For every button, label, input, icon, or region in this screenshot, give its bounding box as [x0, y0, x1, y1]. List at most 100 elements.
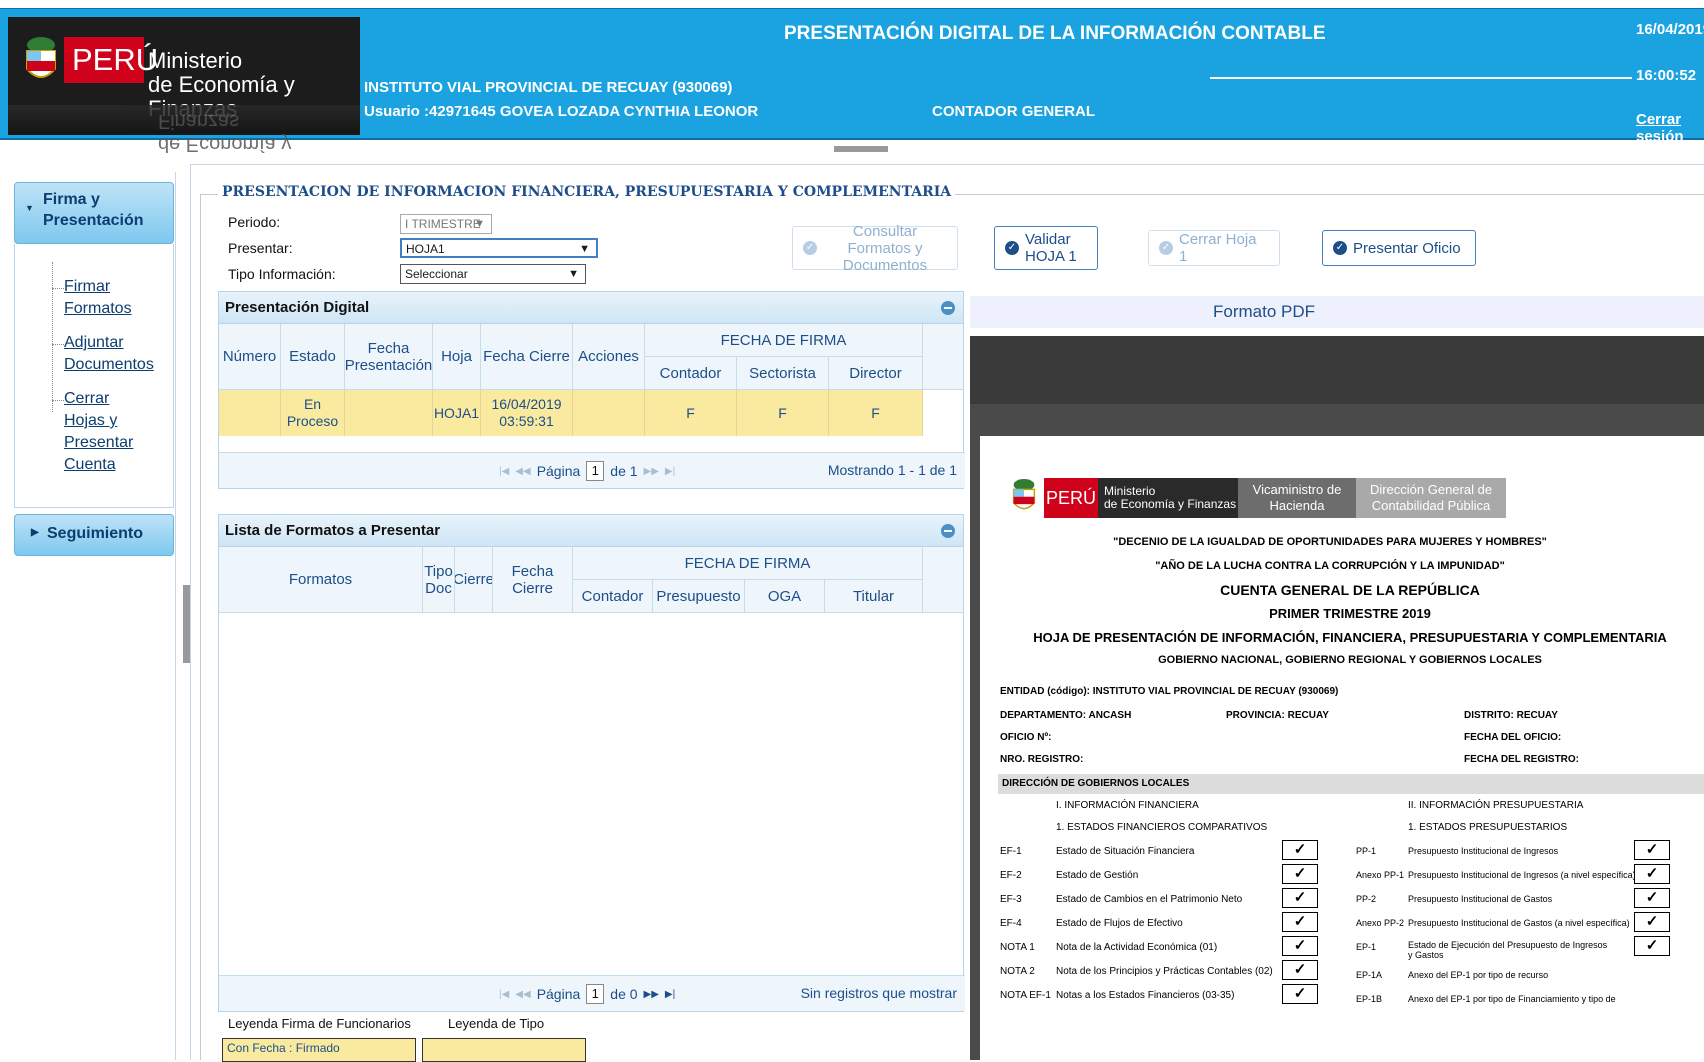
check-circle-icon: ✓: [1159, 241, 1173, 255]
col-fecha-cierre[interactable]: Fecha Cierre: [493, 547, 573, 613]
col-fecha-presentacion[interactable]: Fecha Presentación: [345, 324, 433, 390]
nav-section-seguimiento[interactable]: ▶ Seguimiento: [14, 514, 174, 556]
pdf-provincia: PROVINCIA: RECUAY: [1226, 710, 1329, 721]
logo-ministry-line1: Ministerio: [148, 48, 243, 73]
presentar-oficio-button[interactable]: ✓ Presentar Oficio: [1322, 230, 1476, 266]
presentacion-pager: |◀ ◀◀ Página 1 de 1 ▶▶ ▶| Mostrando 1 - …: [219, 452, 965, 488]
header-collapse-handle[interactable]: [834, 146, 888, 152]
first-page-icon[interactable]: |◀: [499, 466, 509, 477]
col-formatos[interactable]: Formatos: [219, 547, 423, 613]
page-title: PRESENTACIÓN DIGITAL DE LA INFORMACIÓN C…: [784, 23, 1326, 44]
pdf-oficio: OFICIO Nº:: [1000, 732, 1052, 743]
dropdown-arrow-icon: ▼: [474, 218, 485, 230]
app-header: PERÚ Ministerio de Economía y Finanzas d…: [0, 8, 1704, 155]
col-group-fecha-firma: FECHA DE FIRMA: [573, 547, 923, 580]
user-role: CONTADOR GENERAL: [932, 103, 1096, 120]
cell-estado: En Proceso: [281, 390, 345, 436]
prev-page-icon[interactable]: ◀◀: [515, 466, 530, 477]
nav-section-firma-label: Firma y Presentación: [43, 191, 144, 229]
pdf-departamento: DEPARTAMENTO: ANCASH: [1000, 710, 1132, 721]
collapse-icon[interactable]: [941, 524, 955, 538]
pdf-check-ef3: ✓: [1282, 888, 1318, 908]
pdf-cuenta: CUENTA GENERAL DE LA REPÚBLICA: [1220, 582, 1480, 598]
pdf-distrito: DISTRITO: RECUAY: [1464, 710, 1558, 721]
pdf-check-ef2: ✓: [1282, 864, 1318, 884]
last-page-icon[interactable]: ▶|: [665, 466, 675, 477]
cell-fecha-cierre: 16/04/2019 03:59:31: [481, 390, 573, 436]
col-sectorista[interactable]: Sectorista: [737, 357, 829, 390]
logout-link[interactable]: Cerrar sesión: [1636, 111, 1704, 145]
form-legend: PRESENTACION DE INFORMACION FINANCIERA, …: [218, 184, 956, 200]
col-presupuesto[interactable]: Presupuesto: [653, 580, 745, 613]
cell-contador: F: [645, 390, 737, 436]
pdf-fecha-registro: FECHA DEL REGISTRO:: [1464, 754, 1580, 765]
panel-splitter[interactable]: [183, 585, 190, 663]
nav-item-cerrar-hojas[interactable]: Cerrar Hojas y Presentar Cuenta: [64, 388, 144, 476]
pdf-preview-title: Formato PDF: [970, 296, 1704, 328]
col-director[interactable]: Director: [829, 357, 923, 390]
page-input[interactable]: 1: [586, 461, 605, 481]
leyenda-firma-item: Con Fecha : Firmado: [222, 1038, 416, 1062]
nav-item-adjuntar-documentos[interactable]: Adjuntar Documentos: [64, 332, 164, 376]
records-message: Sin registros que mostrar: [800, 985, 957, 1001]
caret-right-icon: ▶: [31, 527, 39, 538]
last-page-icon[interactable]: ▶|: [665, 989, 675, 1000]
nav-item-firmar-formatos[interactable]: Firmar Formatos: [64, 276, 164, 320]
pdf-direccion: DIRECCIÓN DE GOBIERNOS LOCALES: [998, 774, 1704, 794]
presentar-label: Presentar:: [228, 240, 293, 256]
dropdown-arrow-icon: ▼: [568, 268, 579, 280]
col-hoja[interactable]: Hoja: [433, 324, 481, 390]
page-label: Página: [536, 463, 581, 479]
next-page-icon[interactable]: ▶▶: [644, 466, 659, 477]
col-cierre[interactable]: Cierre: [455, 547, 493, 613]
col-titular[interactable]: Titular: [825, 580, 923, 613]
pdf-gobierno: GOBIERNO NACIONAL, GOBIERNO REGIONAL Y G…: [1158, 654, 1542, 666]
validar-hoja-button[interactable]: ✓ Validar HOJA 1: [994, 226, 1098, 270]
col-oga[interactable]: OGA: [745, 580, 825, 613]
col-acciones[interactable]: Acciones: [573, 324, 645, 390]
col-tipo-doc[interactable]: Tipo Doc: [423, 547, 455, 613]
nav-tree-line: [52, 262, 53, 412]
pdf-check-ef1: ✓: [1282, 840, 1318, 860]
formatos-pager: |◀ ◀◀ Página 1 de 0 ▶▶ ▶| Sin registros …: [219, 975, 965, 1011]
pdf-fecha-oficio: FECHA DEL OFICIO:: [1464, 732, 1562, 743]
col-group-fecha-firma: FECHA DE FIRMA: [645, 324, 923, 357]
pdf-check-nota1: ✓: [1282, 936, 1318, 956]
pdf-check-ef4: ✓: [1282, 912, 1318, 932]
lista-formatos-panel: Lista de Formatos a Presentar Formatos T…: [218, 514, 965, 1012]
user-name: Usuario :42971645 GOVEA LOZADA CYNTHIA L…: [364, 103, 759, 120]
collapse-icon[interactable]: [941, 301, 955, 315]
presentar-select[interactable]: HOJA1 ▼: [400, 238, 598, 258]
col-numero[interactable]: Número: [219, 324, 281, 390]
next-page-icon[interactable]: ▶▶: [644, 989, 659, 1000]
pdf-toolbar: [970, 336, 1704, 404]
first-page-icon[interactable]: |◀: [499, 989, 509, 1000]
pdf-check-nota2: ✓: [1282, 960, 1318, 980]
col-estado[interactable]: Estado: [281, 324, 345, 390]
col-fecha-cierre[interactable]: Fecha Cierre: [481, 324, 573, 390]
logo-reflection: de Economía y Finanzas: [8, 105, 360, 155]
cerrar-hoja-button[interactable]: ✓ Cerrar Hoja 1: [1148, 230, 1280, 266]
col-contador[interactable]: Contador: [573, 580, 653, 613]
col-contador[interactable]: Contador: [645, 357, 737, 390]
peru-logo-text: PERÚ: [64, 37, 158, 83]
lista-formatos-title: Lista de Formatos a Presentar: [225, 522, 441, 539]
consultar-formatos-button[interactable]: ✓ Consultar Formatos y Documentos: [792, 223, 958, 274]
coat-of-arms-icon: [1012, 478, 1036, 510]
pdf-viewer[interactable]: PERÚ Ministerio de Economía y Finanzas Vi…: [970, 336, 1704, 1060]
check-circle-icon: ✓: [803, 241, 817, 255]
page-input[interactable]: 1: [586, 984, 605, 1004]
periodo-select[interactable]: I TRIMESTRE ▼: [400, 214, 492, 234]
pdf-estados-financieros: 1. ESTADOS FINANCIEROS COMPARATIVOS: [1056, 822, 1268, 833]
cell-director: F: [829, 390, 923, 436]
pdf-logo-peru: PERÚ: [1044, 478, 1098, 518]
leyenda-tipo-title: Leyenda de Tipo: [448, 1016, 545, 1031]
prev-page-icon[interactable]: ◀◀: [515, 989, 530, 1000]
tipo-informacion-select[interactable]: Seleccionar ▼: [400, 264, 586, 284]
nav-section-firma[interactable]: ▼ Firma y Presentación: [14, 182, 174, 244]
current-time: 16:00:52: [1636, 67, 1697, 84]
nav-section-seguimiento-label: Seguimiento: [47, 525, 144, 542]
pdf-decenio: "DECENIO DE LA IGUALDAD DE OPORTUNIDADES…: [1113, 536, 1547, 548]
cell-fecha-presentacion: [345, 390, 433, 436]
pdf-registro: NRO. REGISTRO:: [1000, 754, 1084, 765]
